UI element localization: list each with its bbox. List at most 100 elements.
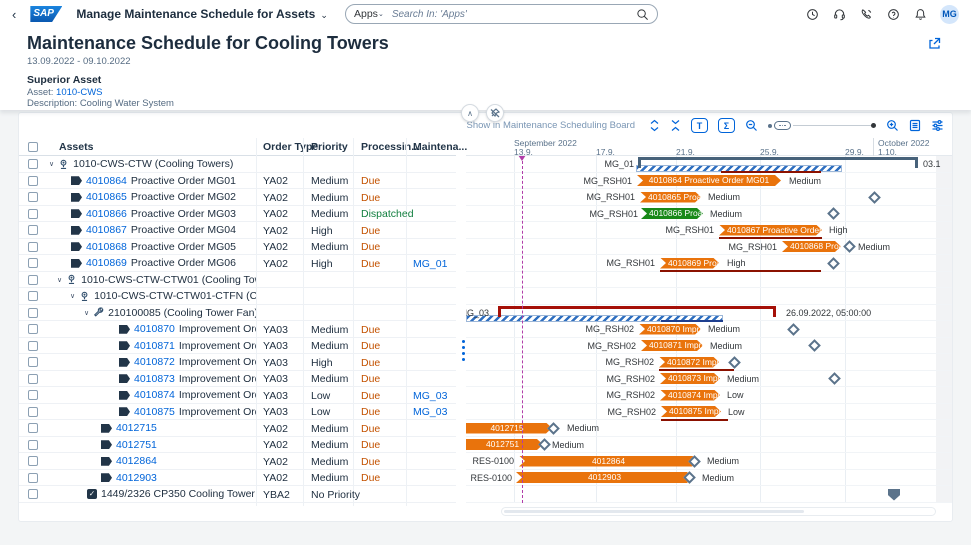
order-bar[interactable]: 4010867 Proactive Order MG04 [719, 225, 822, 236]
order-bar[interactable]: 4010865 Proacti... [640, 192, 701, 203]
table-row[interactable]: 4012903YA02MediumDue [19, 470, 456, 487]
order-bar[interactable]: 4010871 Improv... [641, 340, 703, 351]
expand-chevron-icon[interactable]: ∨ [49, 160, 54, 168]
search-icon[interactable] [635, 7, 649, 21]
table-row[interactable]: 4010872Improvement Order MG03YA03HighDue [19, 354, 456, 371]
col-assets[interactable]: Assets [59, 141, 93, 153]
order-bar[interactable]: 4010870 Improv... [639, 324, 701, 335]
order-bar[interactable]: 4010868 Proacti... [782, 241, 841, 252]
table-row[interactable]: ✓1449/2326 CP350 Cooling Tower Fan Miami… [19, 486, 456, 503]
row-checkbox[interactable] [28, 242, 38, 252]
asset-link[interactable]: 1010-CWS [56, 87, 102, 98]
back-button[interactable]: ‹ [12, 7, 16, 22]
row-checkbox[interactable] [28, 258, 38, 268]
order-id-link[interactable]: 4010869 [86, 257, 127, 269]
zoom-in-icon[interactable] [886, 119, 899, 132]
order-bar[interactable]: 4010866 Proacti... [641, 208, 703, 219]
table-row[interactable]: 4010874Improvement Order MG05YA03LowDueM… [19, 387, 456, 404]
row-checkbox[interactable] [28, 275, 38, 285]
table-row[interactable]: 4010870Improvement Order MG01YA03MediumD… [19, 321, 456, 338]
settings-icon[interactable] [931, 119, 944, 132]
row-checkbox[interactable] [28, 192, 38, 202]
row-checkbox[interactable] [28, 423, 38, 433]
expand-chevron-icon[interactable]: ∨ [70, 292, 75, 300]
search-scope-select[interactable]: Apps [354, 8, 378, 20]
row-checkbox[interactable] [28, 159, 38, 169]
order-id-link[interactable]: 4010864 [86, 175, 127, 187]
col-order-type[interactable]: Order Type [263, 141, 318, 153]
order-id-link[interactable]: 4010865 [86, 191, 127, 203]
order-id-link[interactable]: 4010874 [134, 389, 175, 401]
col-priority[interactable]: Priority [311, 141, 348, 153]
row-checkbox[interactable] [28, 489, 38, 499]
zoom-slider[interactable] [768, 121, 876, 130]
table-row[interactable]: 4010875Improvement Order MG06YA03LowDueM… [19, 404, 456, 421]
order-id-link[interactable]: 4010871 [134, 340, 175, 352]
row-checkbox[interactable] [28, 407, 38, 417]
table-row[interactable]: ∨1010-CWS-CTW-CTW01-CTFN (Cooling Tower … [19, 288, 456, 305]
maintenance-window-link[interactable]: MG_03 [413, 390, 447, 402]
table-row[interactable]: 4010867Proactive Order MG04YA02HighDue [19, 222, 456, 239]
horizontal-scrollbar[interactable] [501, 507, 936, 516]
table-row[interactable]: ∨1010-CWS-CTW (Cooling Towers) [19, 156, 456, 173]
order-id-link[interactable]: 4012903 [116, 472, 157, 484]
order-id-link[interactable]: 4010868 [86, 241, 127, 253]
order-bar[interactable]: 4012903 [516, 472, 693, 483]
table-row[interactable]: 4010868Proactive Order MG05YA02MediumDue [19, 239, 456, 256]
collapse-header-button[interactable]: ∧ [461, 104, 479, 122]
order-id-link[interactable]: 4010875 [134, 406, 175, 418]
table-row[interactable]: 4010866Proactive Order MG03YA02MediumDis… [19, 206, 456, 223]
zoom-out-icon[interactable] [745, 119, 758, 132]
table-row[interactable]: 4010871Improvement Order MG02YA03MediumD… [19, 338, 456, 355]
collapse-rows-icon[interactable] [670, 119, 681, 132]
order-bar[interactable]: 4010872 Improv... [659, 357, 719, 368]
order-id-link[interactable]: 4012751 [116, 439, 157, 451]
row-checkbox[interactable] [28, 473, 38, 483]
row-checkbox[interactable] [28, 176, 38, 186]
order-bar[interactable]: 4012751 [466, 439, 543, 450]
zoom-slider-thumb[interactable] [774, 121, 791, 130]
row-checkbox[interactable] [28, 308, 38, 318]
order-id-link[interactable]: 4010873 [134, 373, 175, 385]
phone-icon[interactable] [859, 7, 873, 21]
maintenance-window-bracket[interactable] [498, 306, 776, 317]
expand-chevron-icon[interactable]: ∨ [84, 309, 89, 317]
time-period-button[interactable]: T [691, 118, 708, 133]
expand-rows-icon[interactable] [649, 119, 660, 132]
order-id-link[interactable]: 4010872 [134, 356, 175, 368]
support-icon[interactable] [832, 7, 846, 21]
row-checkbox[interactable] [28, 341, 38, 351]
row-checkbox[interactable] [28, 456, 38, 466]
col-maintenance[interactable]: Maintena... [413, 141, 467, 153]
order-bar[interactable]: 4010869 Proacti... [660, 258, 719, 269]
table-row[interactable]: 4012715YA02MediumDue [19, 420, 456, 437]
row-checkbox[interactable] [28, 225, 38, 235]
table-row[interactable]: ∨210100085 (Cooling Tower Fan) [19, 305, 456, 322]
legend-icon[interactable] [909, 119, 921, 132]
shell-search[interactable]: Apps ⌄ Search In: 'Apps' [345, 4, 658, 24]
table-row[interactable]: 4010865Proactive Order MG02YA02MediumDue [19, 189, 456, 206]
order-bar[interactable]: 4010873 Improv... [660, 373, 720, 384]
notifications-icon[interactable] [913, 7, 927, 21]
row-checkbox[interactable] [28, 324, 38, 334]
order-bar[interactable]: 4010864 Proactive Order MG01 [637, 175, 781, 186]
order-id-link[interactable]: 4012864 [116, 455, 157, 467]
help-icon[interactable] [886, 7, 900, 21]
order-id-link[interactable]: 4010866 [86, 208, 127, 220]
splitter-grip[interactable] [459, 328, 467, 372]
table-row[interactable]: 4010864Proactive Order MG01YA02MediumDue [19, 173, 456, 190]
order-bar[interactable]: 4010874 Improv... [660, 390, 720, 401]
maintenance-window-link[interactable]: MG_01 [413, 258, 447, 270]
pin-header-button[interactable] [486, 104, 504, 122]
aggregate-button[interactable]: Σ [718, 118, 735, 133]
expand-chevron-icon[interactable]: ∨ [57, 276, 62, 284]
maintenance-window-bracket[interactable] [638, 157, 918, 168]
select-all-checkbox[interactable] [28, 142, 38, 152]
share-icon[interactable] [927, 36, 943, 52]
maintenance-window-link[interactable]: MG_03 [413, 406, 447, 418]
order-id-link[interactable]: 4010867 [86, 224, 127, 236]
row-checkbox[interactable] [28, 209, 38, 219]
order-id-link[interactable]: 4010870 [134, 323, 175, 335]
row-checkbox[interactable] [28, 291, 38, 301]
table-row[interactable]: 4010873Improvement Order MG04YA03MediumD… [19, 371, 456, 388]
